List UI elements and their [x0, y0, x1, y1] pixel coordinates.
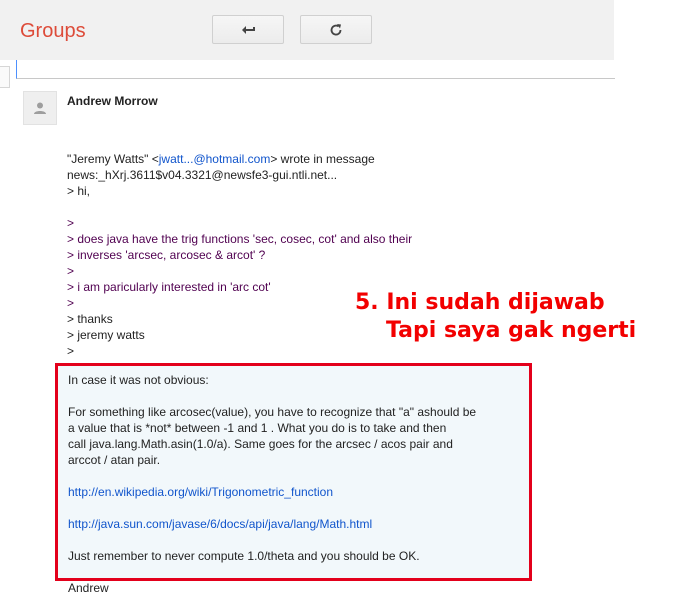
- message-text: > jeremy watts: [67, 328, 145, 342]
- answer-line: For something like arcosec(value), you h…: [68, 405, 477, 419]
- quoted-text: >: [67, 216, 75, 230]
- groups-logo[interactable]: Groups: [20, 20, 86, 43]
- answer-line: [68, 388, 523, 404]
- left-panel-edge[interactable]: [0, 66, 10, 88]
- back-button[interactable]: [212, 15, 284, 44]
- answer-link[interactable]: http://java.sun.com/javase/6/docs/api/ja…: [68, 516, 523, 532]
- answer-line: [68, 564, 523, 580]
- message-text: "Jeremy Watts" <: [67, 152, 159, 166]
- annotation-line-2: Tapi saya gak ngerti: [386, 318, 637, 343]
- answer-line: In case it was not obvious:: [68, 373, 209, 387]
- message-line: >: [67, 343, 627, 359]
- quoted-text: > inverses 'arcsec, arcosec & arcot' ?: [67, 248, 266, 262]
- message-line: news:_hXrj.3611$v04.3321@newsfe3-gui.ntl…: [67, 167, 627, 183]
- answer-line: call java.lang.Math.asin(1.0/a). Same go…: [68, 437, 453, 451]
- avatar: [23, 91, 57, 125]
- answer-line: arccot / atan pair.: [68, 453, 161, 467]
- thread-separator: [16, 60, 615, 79]
- message-text: > thanks: [67, 312, 113, 326]
- refresh-icon: [330, 23, 342, 35]
- answer-line: [68, 532, 523, 548]
- quoted-text: >: [67, 264, 75, 278]
- annotation-line-1: 5. Ini sudah dijawab: [355, 290, 605, 315]
- message-line: "Jeremy Watts" <jwatt...@hotmail.com> wr…: [67, 151, 627, 167]
- author-name[interactable]: Andrew Morrow: [67, 94, 158, 108]
- answer-line: Just remember to never compute 1.0/theta…: [68, 549, 420, 563]
- quoted-text: >: [67, 296, 75, 310]
- highlighted-answer: In case it was not obvious: For something…: [55, 363, 532, 595]
- email-link[interactable]: jwatt...@hotmail.com: [159, 152, 271, 166]
- quoted-text: > i am paricularly interested in 'arc co…: [67, 280, 271, 294]
- message-line: > hi,: [67, 183, 627, 199]
- answer-line: [68, 500, 523, 516]
- message-text: > wrote in message: [270, 152, 375, 166]
- message-line: > inverses 'arcsec, arcosec & arcot' ?: [67, 247, 627, 263]
- message-line: >: [67, 263, 627, 279]
- top-toolbar: Groups: [0, 0, 614, 60]
- message-line: > does java have the trig functions 'sec…: [67, 231, 627, 247]
- message-line: >: [67, 215, 627, 231]
- quoted-text: > does java have the trig functions 'sec…: [67, 232, 413, 246]
- answer-line: Andrew: [68, 581, 109, 595]
- answer-line: [68, 468, 523, 484]
- message-text: > hi,: [67, 184, 91, 198]
- refresh-button[interactable]: [300, 15, 372, 44]
- message-text: news:_hXrj.3611$v04.3321@newsfe3-gui.ntl…: [67, 168, 338, 182]
- message-line: [67, 199, 627, 215]
- answer-line: a value that is *not* between -1 and 1 .…: [68, 421, 447, 435]
- back-arrow-icon: [242, 25, 255, 34]
- answer-text: In case it was not obvious: For something…: [68, 372, 523, 596]
- message-text: >: [67, 344, 75, 358]
- person-icon: [34, 102, 46, 114]
- answer-link[interactable]: http://en.wikipedia.org/wiki/Trigonometr…: [68, 484, 523, 500]
